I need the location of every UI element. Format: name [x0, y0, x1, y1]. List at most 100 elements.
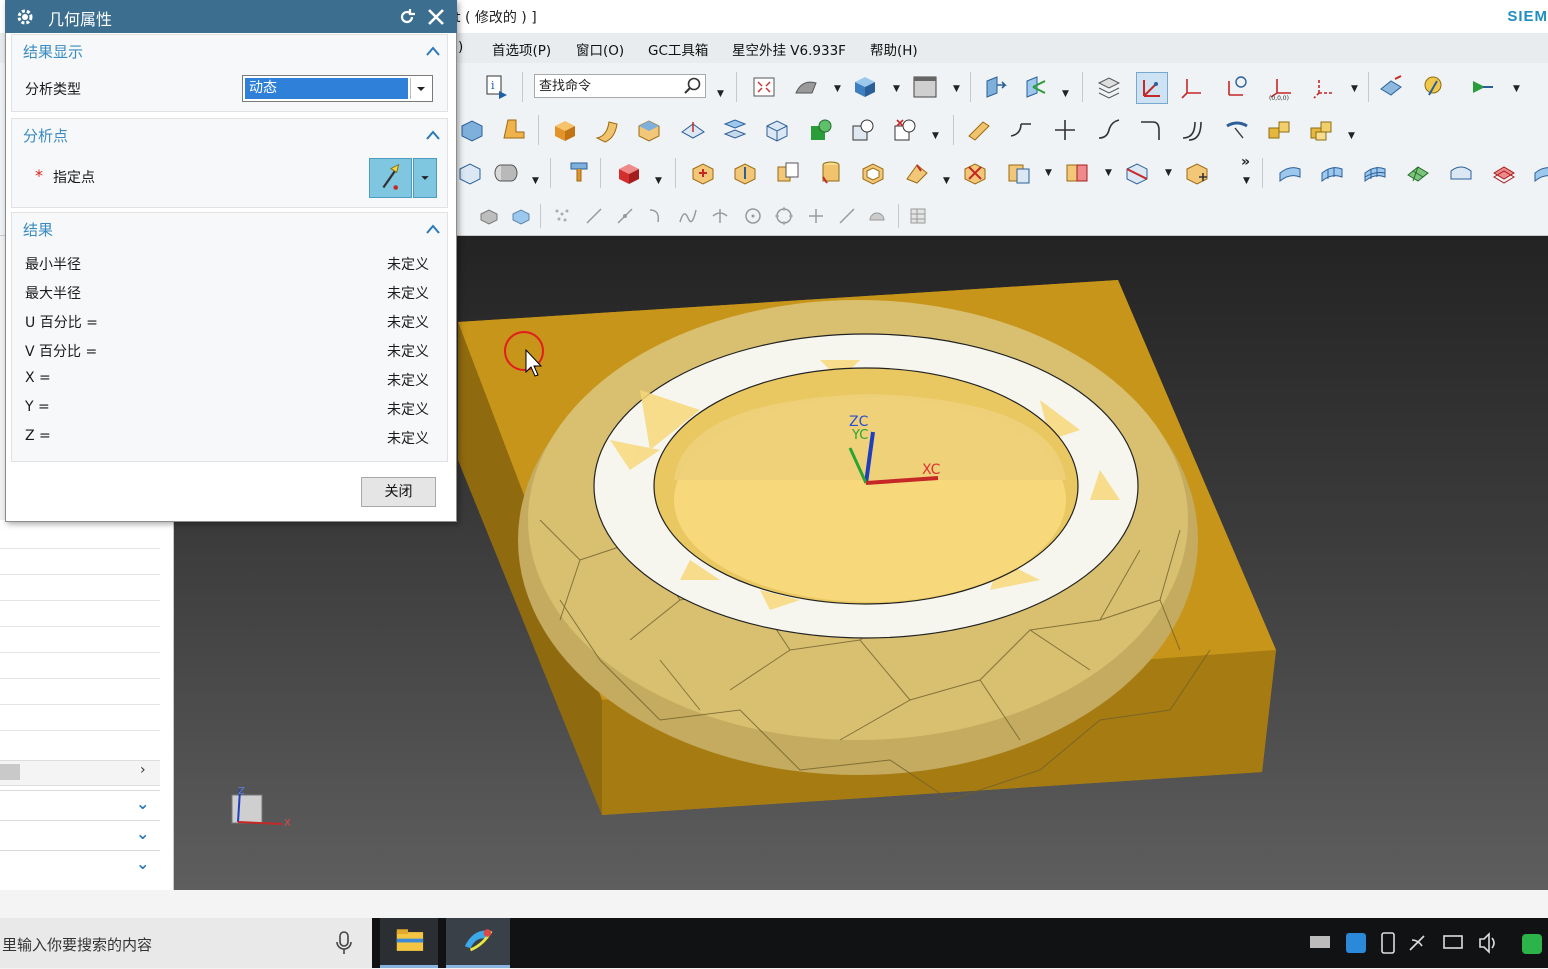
bridge-curve-icon[interactable]: [1094, 115, 1124, 145]
chevron-down-icon[interactable]: ⌄: [136, 854, 149, 873]
chevron-up-icon[interactable]: [425, 45, 441, 57]
menu-item-partial[interactable]: ): [458, 39, 463, 55]
search-dropdown-caret[interactable]: ▼: [717, 89, 724, 99]
toolbar-overflow-button[interactable]: »: [1241, 154, 1250, 170]
measure-body-icon[interactable]: [1182, 158, 1212, 188]
navigator-scroll-thumb[interactable]: [0, 764, 20, 780]
menu-item-plugin[interactable]: 星空外挂 V6.933F: [732, 39, 846, 59]
search-icon[interactable]: [682, 76, 704, 96]
close-button[interactable]: 关闭: [361, 477, 436, 507]
project-curve-icon[interactable]: [1222, 115, 1252, 145]
render-style-caret[interactable]: ▼: [834, 84, 841, 94]
menu-item-preferences[interactable]: 首选项(P): [492, 39, 551, 59]
extrude-icon[interactable]: [457, 115, 487, 145]
revolve-icon[interactable]: [499, 115, 529, 145]
disabled-block-icon[interactable]: [478, 205, 500, 227]
trim-body-icon[interactable]: [964, 115, 994, 145]
surface-edit-icon[interactable]: [1530, 158, 1548, 188]
component-icon[interactable]: [1306, 115, 1336, 145]
face-plane-icon[interactable]: [678, 115, 708, 145]
cylinder-icon[interactable]: [490, 158, 520, 188]
shaded-cube-caret[interactable]: ▼: [893, 84, 900, 94]
info-icon[interactable]: i: [482, 72, 512, 102]
curve-mesh-icon[interactable]: [1360, 158, 1390, 188]
fillet-curve-icon[interactable]: [1136, 115, 1166, 145]
move-face-icon[interactable]: [980, 72, 1010, 102]
menu-item-window[interactable]: 窗口(O): [576, 39, 624, 59]
through-curves-icon[interactable]: [1317, 158, 1347, 188]
sweep-icon[interactable]: [592, 115, 622, 145]
cube-wire-icon[interactable]: [762, 115, 792, 145]
chevron-up-icon[interactable]: [425, 223, 441, 235]
line-diag-icon[interactable]: [836, 205, 858, 227]
disabled-cube-icon[interactable]: [510, 205, 532, 227]
section-view-caret[interactable]: ▼: [1165, 168, 1172, 178]
copy-paste-caret[interactable]: ▼: [1045, 168, 1052, 178]
block-icon[interactable]: [550, 115, 580, 145]
result-display-title[interactable]: 结果显示: [23, 41, 83, 62]
intersection-curve-icon[interactable]: [1050, 115, 1080, 145]
boolean-caret[interactable]: ▼: [932, 131, 939, 141]
perpendicular-icon[interactable]: [709, 205, 731, 227]
delete-face-icon[interactable]: [960, 158, 990, 188]
chevron-down-icon[interactable]: ⌄: [136, 824, 149, 843]
split-face-icon[interactable]: [1062, 158, 1092, 188]
point-type-dropdown[interactable]: [413, 158, 437, 198]
part-nav-icon[interactable]: [1376, 72, 1406, 102]
microphone-icon[interactable]: [334, 930, 354, 956]
boolean-subtract-icon[interactable]: [848, 115, 878, 145]
close-icon[interactable]: [426, 7, 446, 27]
mesh-body-icon[interactable]: [455, 158, 485, 188]
gear-icon[interactable]: [14, 6, 36, 28]
circle-center-icon[interactable]: [742, 205, 764, 227]
line-icon[interactable]: [583, 205, 605, 227]
studio-surface-icon[interactable]: [1446, 158, 1476, 188]
point-select-button[interactable]: [369, 158, 412, 198]
point-set-icon[interactable]: [551, 205, 573, 227]
replace-face-icon[interactable]: [688, 158, 718, 188]
circle-icon[interactable]: [773, 205, 795, 227]
cylinder-face-icon[interactable]: [816, 158, 846, 188]
wcs-caret[interactable]: ▼: [1351, 84, 1358, 94]
pull-face-caret[interactable]: ▼: [1062, 89, 1069, 99]
table-icon[interactable]: [907, 205, 929, 227]
assembly-icon[interactable]: [1264, 115, 1294, 145]
file-explorer-taskbar-button[interactable]: [380, 918, 438, 968]
analysis-point-title[interactable]: 分析点: [23, 125, 68, 146]
split-body-icon[interactable]: [720, 115, 750, 145]
fit-view-icon[interactable]: [749, 72, 779, 102]
command-search-input[interactable]: 查找命令: [534, 74, 706, 98]
analysis-type-value[interactable]: 动态: [245, 78, 408, 99]
wcs-rotate-icon[interactable]: [1222, 72, 1252, 102]
curve-join-icon[interactable]: [1006, 115, 1036, 145]
toolbar-overflow-caret[interactable]: ▼: [1243, 176, 1250, 186]
measure-icon[interactable]: [1418, 72, 1448, 102]
chevron-up-icon[interactable]: [425, 129, 441, 141]
menu-item-gc-toolbox[interactable]: GC工具箱: [648, 39, 708, 59]
surface-patch-icon[interactable]: [1275, 158, 1305, 188]
spline-icon[interactable]: [677, 205, 699, 227]
scroll-right-icon[interactable]: ›: [140, 762, 146, 778]
pattern-face-icon[interactable]: [730, 158, 760, 188]
dropdown-arrow-icon[interactable]: [410, 78, 431, 99]
cylinder-caret[interactable]: ▼: [532, 176, 539, 186]
red-block-icon[interactable]: [614, 158, 644, 188]
snap-caret[interactable]: ▼: [1513, 84, 1520, 94]
background-color-icon[interactable]: [910, 72, 940, 102]
hole-icon[interactable]: [564, 158, 594, 188]
layer-settings-icon[interactable]: [1094, 72, 1124, 102]
copy-paste-face-icon[interactable]: [1004, 158, 1034, 188]
copy-face-icon[interactable]: [773, 158, 803, 188]
chevron-down-icon[interactable]: ⌄: [136, 794, 149, 813]
draft-icon[interactable]: [902, 158, 932, 188]
render-style-icon[interactable]: [791, 72, 821, 102]
nx-app-taskbar-button[interactable]: [446, 918, 510, 968]
wcs-set-icon[interactable]: [1310, 72, 1340, 102]
green-surface-icon[interactable]: [1403, 158, 1433, 188]
background-color-caret[interactable]: ▼: [953, 84, 960, 94]
wcs-dynamic-icon[interactable]: [1136, 72, 1168, 104]
point-plus-icon[interactable]: [805, 205, 827, 227]
component-caret[interactable]: ▼: [1348, 131, 1355, 141]
snap-arrow-icon[interactable]: [1468, 72, 1498, 102]
wcs-orient-icon[interactable]: (0,0,0): [1266, 72, 1296, 102]
